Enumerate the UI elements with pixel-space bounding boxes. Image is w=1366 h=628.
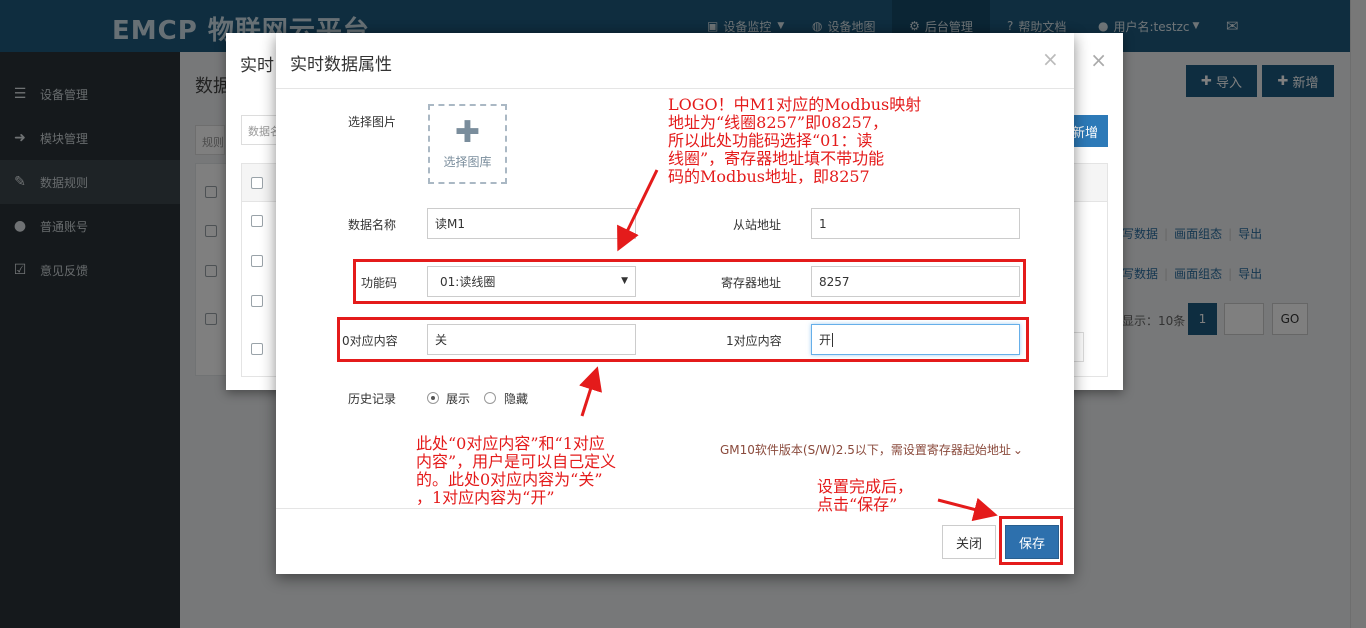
annotation-arrows (579, 169, 998, 522)
arrow-to-function-code (617, 169, 659, 252)
arrow-to-content (579, 366, 602, 417)
arrow-to-save (937, 497, 998, 522)
